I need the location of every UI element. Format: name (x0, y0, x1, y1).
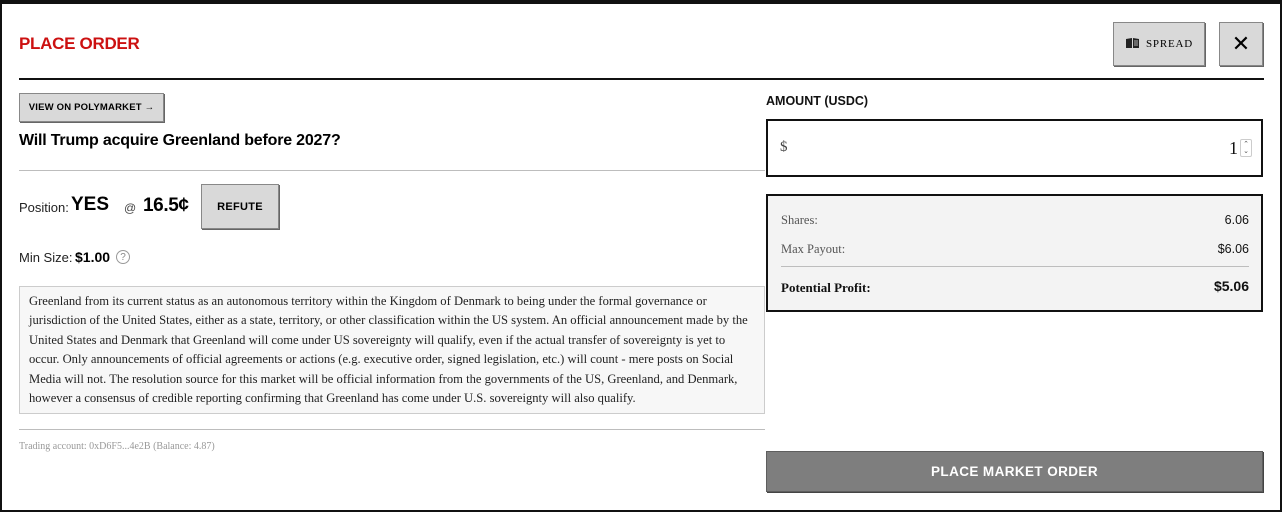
question-divider (19, 170, 765, 171)
amount-input[interactable] (798, 135, 1238, 161)
max-payout-row: Max Payout: $6.06 (781, 242, 1249, 257)
chevron-down-icon[interactable]: ⌄ (1243, 148, 1249, 155)
min-size-label: Min Size: (19, 250, 73, 265)
position-value: YES (71, 194, 110, 215)
close-button[interactable]: ✕ (1219, 22, 1263, 66)
max-payout-value: $6.06 (1217, 242, 1249, 256)
max-payout-label: Max Payout: (781, 242, 846, 256)
at-symbol: @ (124, 201, 137, 215)
view-on-polymarket-button[interactable]: VIEW ON POLYMARKET → (19, 93, 164, 122)
shares-label: Shares: (781, 213, 818, 227)
help-icon[interactable]: ? (116, 250, 130, 264)
potential-profit-value: $5.06 (1213, 278, 1249, 294)
place-order-modal: PLACE ORDER SPREAD ✕ VIEW ON POLYMARKET … (0, 0, 1282, 512)
order-summary: Shares: 6.06 Max Payout: $6.06 Potential… (766, 194, 1263, 312)
potential-profit-label: Potential Profit: (781, 280, 871, 295)
spread-label: SPREAD (1146, 38, 1193, 50)
position-label: Position: (19, 200, 69, 215)
market-description: Greenland from its current status as an … (19, 286, 765, 414)
market-question: Will Trump acquire Greenland before 2027… (19, 132, 341, 149)
spread-button[interactable]: SPREAD (1113, 22, 1205, 66)
chevron-up-icon[interactable]: ⌃ (1243, 141, 1249, 148)
shares-row: Shares: 6.06 (781, 213, 1249, 228)
trading-account-info: Trading account: 0xD6F5...4e2B (Balance:… (19, 441, 215, 452)
shares-value: 6.06 (1224, 213, 1249, 227)
close-icon: ✕ (1231, 31, 1251, 56)
amount-stepper[interactable]: ⌃ ⌄ (1240, 139, 1252, 157)
position-price: 16.5¢ (143, 195, 189, 216)
amount-label: AMOUNT (USDC) (766, 94, 869, 108)
modal-title: PLACE ORDER (19, 34, 140, 53)
place-market-order-button[interactable]: PLACE MARKET ORDER (766, 451, 1263, 492)
book-icon (1125, 37, 1140, 52)
amount-field: $ ⌃ ⌄ (766, 119, 1263, 177)
min-size-value: $1.00 (75, 249, 111, 265)
header-divider (19, 78, 1264, 80)
currency-symbol: $ (780, 139, 788, 155)
summary-divider (781, 266, 1249, 267)
description-divider (19, 429, 765, 430)
refute-button[interactable]: REFUTE (201, 184, 279, 229)
